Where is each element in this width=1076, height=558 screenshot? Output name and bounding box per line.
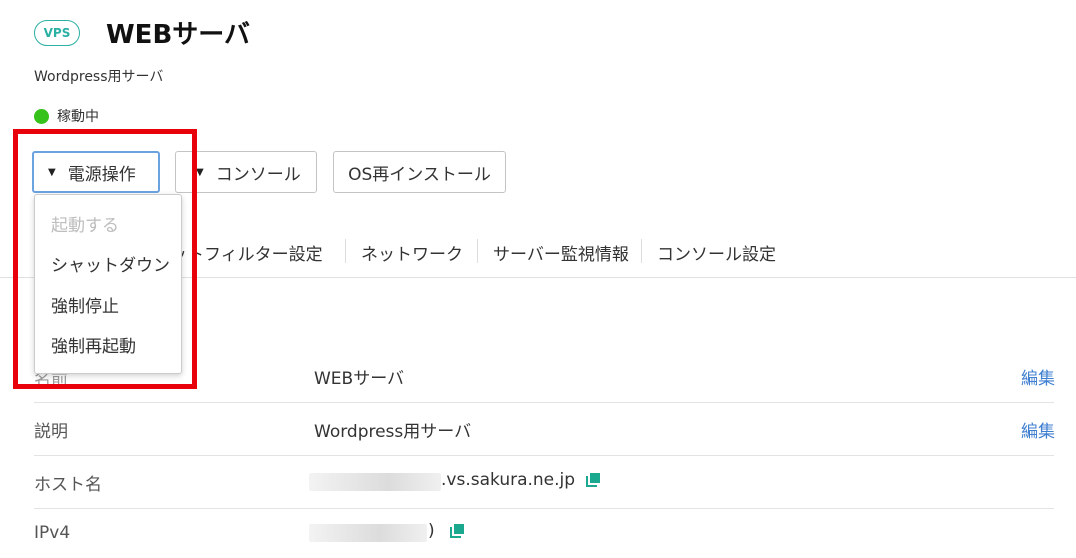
row-divider xyxy=(34,402,1054,403)
copy-icon[interactable] xyxy=(585,472,601,488)
redacted-hostname xyxy=(309,473,441,491)
vps-badge: VPS xyxy=(34,20,80,46)
status-indicator: 稼動中 xyxy=(34,106,99,126)
status-text: 稼動中 xyxy=(57,109,99,125)
edit-description-link[interactable]: 編集 xyxy=(1021,417,1055,442)
highlight-annotation-box xyxy=(13,129,197,389)
tab-network[interactable]: ネットワーク xyxy=(361,240,463,265)
page-title: WEBサーバ xyxy=(106,20,250,50)
tab-console-settings[interactable]: コンソール設定 xyxy=(657,240,776,265)
hostname-suffix: .vs.sakura.ne.jp xyxy=(441,470,576,490)
description-value: Wordpress用サーバ xyxy=(314,422,472,442)
name-value: WEBサーバ xyxy=(314,369,405,389)
row-divider xyxy=(34,508,1054,509)
os-reinstall-button[interactable]: OS再インストール xyxy=(333,151,506,193)
console-label: コンソール xyxy=(215,164,301,185)
ipv4-suffix: ) xyxy=(428,521,435,541)
caret-down-icon: ▼ xyxy=(196,166,204,178)
copy-icon[interactable] xyxy=(449,523,465,539)
hostname-label: ホスト名 xyxy=(34,475,102,495)
tab-divider xyxy=(641,239,642,263)
edit-name-link[interactable]: 編集 xyxy=(1021,364,1055,389)
description-label: 説明 xyxy=(34,422,68,442)
server-description: Wordpress用サーバ xyxy=(34,69,164,85)
tab-server-monitoring[interactable]: サーバー監視情報 xyxy=(493,240,629,265)
redacted-ipv4 xyxy=(309,524,427,542)
status-dot-icon xyxy=(34,108,49,124)
tab-divider xyxy=(345,239,346,263)
os-reinstall-label: OS再インストール xyxy=(348,164,491,185)
row-divider xyxy=(34,455,1054,456)
ipv4-label: IPv4 xyxy=(34,523,71,543)
tab-divider xyxy=(477,239,478,263)
